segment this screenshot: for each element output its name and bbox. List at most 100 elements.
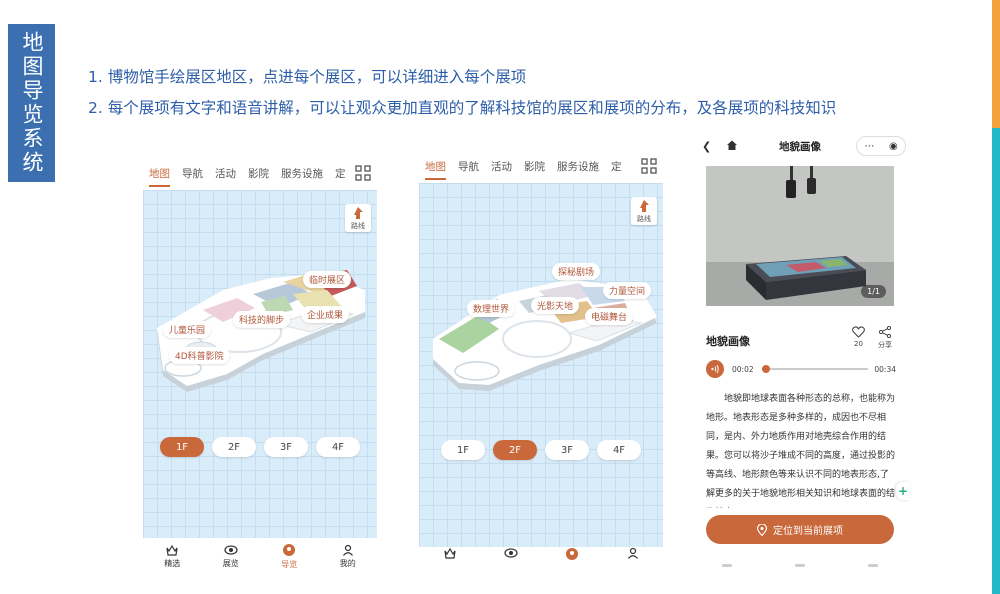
locate-current-exhibit-button[interactable]: 定位到当前展项 [706,515,894,544]
tab-navigation[interactable]: 导航 [458,150,479,183]
nav-label: 精选 [164,558,181,568]
detail-header: ❮ 地貌画像 ⋯ ◉ [690,130,910,162]
nav-featured[interactable] [419,547,480,559]
bullet-point-1: 1. 博物馆手绘展区地区，点进每个展区，可以详细进入每个展项 [88,68,527,86]
floor-3f-button[interactable]: 3F [264,437,308,457]
location-pin-icon [757,523,767,536]
more-icon[interactable]: ⋯ [864,141,874,152]
area-label-temporary[interactable]: 临时展区 [303,271,352,288]
locate-button-label: 定位到当前展项 [773,526,843,537]
nav-guide[interactable]: 导览 [260,538,319,574]
floor-2f-button[interactable]: 2F [212,437,256,457]
audio-player: 00:02 00:34 [706,359,896,379]
area-label-children[interactable]: 儿童乐园 [163,321,212,338]
exhibit-title: 地貌画像 [706,335,750,348]
nav-label: 展览 [222,558,239,568]
phone-exhibit-detail: ❮ 地貌画像 ⋯ ◉ 1/1 地貌画像 20 分享 00:02 00:34 地貌… [690,130,910,570]
nav-guide[interactable] [541,547,602,561]
close-icon[interactable]: ◉ [889,141,898,152]
person-icon [342,544,353,556]
tab-more[interactable]: 定 [335,157,346,190]
nav-exhibitions[interactable]: 展览 [202,538,261,574]
share-button[interactable]: 分享 [878,326,892,350]
system-home-key[interactable] [794,563,805,567]
map-canvas[interactable]: 路线 临时展区 科技的脚步 企业成果 儿童乐园 4D科普影院 1F 2F 3F [143,190,377,538]
bullet-point-2: 2. 每个展项有文字和语音讲解，可以让观众更加直观的了解科技馆的展区和展项的分布… [88,99,837,117]
like-count: 20 [854,340,863,348]
exhibit-photo[interactable]: 1/1 [706,166,894,306]
bottom-nav: 精选 展览 导览 我的 [143,538,377,574]
tab-cinema[interactable]: 影院 [524,150,545,183]
floor-3f-button[interactable]: 3F [545,440,589,460]
like-button[interactable]: 20 [852,326,865,348]
map-canvas[interactable]: 路线 探秘剧场 力量空间 数理世界 光影天地 电磁舞台 1F 2F 3F 4F [419,183,663,547]
mini-program-capsule[interactable]: ⋯ ◉ [856,136,906,156]
tab-map[interactable]: 地图 [149,157,170,190]
floating-plus-tab[interactable]: + [896,482,910,500]
floor-4f-button[interactable]: 4F [316,437,360,457]
tab-activity[interactable]: 活动 [215,157,236,190]
photo-counter: 1/1 [861,285,886,298]
sound-wave-icon [711,364,719,374]
audio-current-time: 00:02 [732,364,754,374]
area-label-electromagnetic[interactable]: 电磁舞台 [585,308,634,325]
map-tabs: 地图 导航 活动 影院 服务设施 定 [419,150,663,183]
area-label-tech-footsteps[interactable]: 科技的脚步 [233,311,291,328]
tab-more[interactable]: 定 [611,150,622,183]
grid-icon[interactable] [355,165,371,181]
bottom-nav [419,547,663,567]
crown-icon [166,544,178,556]
person-icon [627,547,638,559]
floor-4f-button[interactable]: 4F [597,440,641,460]
system-nav-bar [690,560,910,570]
floor-2f-button[interactable]: 2F [493,440,537,460]
eye-icon [503,548,518,558]
system-back-key[interactable] [721,563,732,567]
accent-bar-orange [992,0,1000,128]
floor-1f-button[interactable]: 1F [441,440,485,460]
page-title-block: 地图导览系统 [8,24,55,182]
share-label: 分享 [878,341,892,349]
tab-activity[interactable]: 活动 [491,150,512,183]
system-recent-key[interactable] [868,563,879,567]
floor-plan-1f [157,270,365,392]
crown-icon [443,547,456,559]
nav-mine[interactable] [602,547,663,559]
nav-label: 导览 [281,559,298,569]
audio-total-time: 00:34 [874,364,896,374]
tab-navigation[interactable]: 导航 [182,157,203,190]
nav-label: 我的 [339,558,356,568]
accent-bar-teal [992,128,1000,594]
eye-icon [224,544,238,555]
heart-icon [852,326,865,338]
exhibit-description: 地貌即地球表面各种形态的总称，也能称为地形。地表形态是多种多样的，成因也不尽相同… [706,394,896,499]
phone-map-2f: 地图 导航 活动 影院 服务设施 定 路线 探秘剧场 力量空间 数理世界 光影天… [419,150,663,567]
nav-featured[interactable]: 精选 [143,538,202,574]
floor-selector: 1F 2F 3F 4F [419,440,663,460]
floor-selector: 1F 2F 3F 4F [143,437,377,457]
nav-exhibitions[interactable] [480,547,541,559]
area-label-strength[interactable]: 力量空间 [603,282,652,299]
guide-icon [283,543,296,556]
floor-plan-2f [433,279,657,391]
audio-play-button[interactable] [706,360,724,378]
phone-map-1f: 地图 导航 活动 影院 服务设施 定 路线 临时展区 科技的脚步 企业成果 儿童… [143,157,377,574]
guide-icon [565,548,578,560]
share-icon [879,326,891,338]
floor-1f-button[interactable]: 1F [160,437,204,457]
grid-icon[interactable] [641,158,657,174]
map-tabs: 地图 导航 活动 影院 服务设施 定 [143,157,377,190]
area-label-enterprise[interactable]: 企业成果 [301,306,350,323]
nav-mine[interactable]: 我的 [319,538,378,574]
tab-cinema[interactable]: 影院 [248,157,269,190]
tab-services[interactable]: 服务设施 [557,150,599,183]
audio-progress-track[interactable] [761,365,869,373]
tab-map[interactable]: 地图 [425,150,446,183]
page-title: 地图导览系统 [20,31,44,175]
area-label-4d-cinema[interactable]: 4D科普影院 [169,347,230,364]
audio-progress-handle[interactable] [761,365,770,373]
area-label-math-world[interactable]: 数理世界 [467,300,516,317]
area-label-light-shadow[interactable]: 光影天地 [531,297,580,314]
tab-services[interactable]: 服务设施 [281,157,323,190]
area-label-theater[interactable]: 探秘剧场 [552,263,601,280]
